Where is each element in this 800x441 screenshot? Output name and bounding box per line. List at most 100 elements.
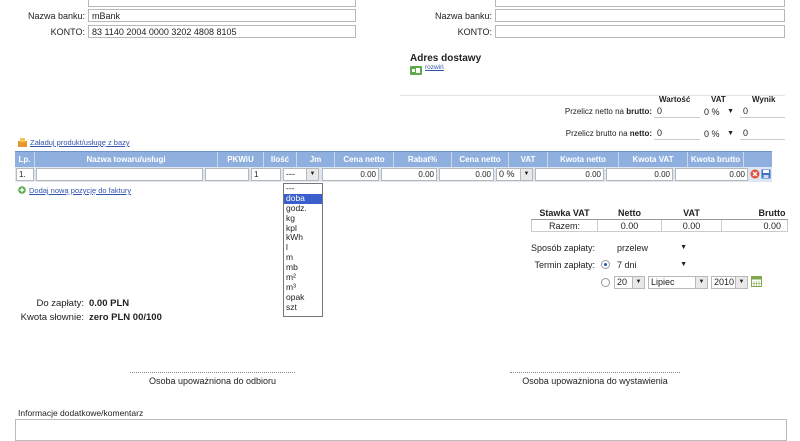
dropdown-arrow-icon: ▼ [680, 261, 687, 268]
seller-account-input[interactable]: 83 1140 2004 0000 3202 4808 8105 [88, 25, 356, 38]
vat-summary-table: Stawka VAT Netto VAT Brutto Razem: 0.00 … [531, 207, 788, 232]
buyer-top-field[interactable] [495, 0, 785, 7]
chevron-down-icon[interactable]: ▼ [632, 277, 644, 288]
buyer-bank-label: Nazwa banku: [434, 11, 492, 21]
row-name-input[interactable] [36, 168, 203, 181]
chevron-down-icon[interactable]: ▼ [695, 277, 707, 288]
buyer-account-input[interactable] [495, 25, 785, 38]
items-table-header: Lp. Nazwa towaru/usługi PKWiU Ilość Jm C… [15, 151, 772, 168]
seller-bank-input[interactable]: mBank [88, 9, 356, 22]
row-pkwiu-input[interactable] [205, 168, 249, 181]
col-vat: VAT [509, 152, 548, 167]
net-to-gross-label: Przelicz netto na brutto: [520, 107, 652, 116]
dropdown-arrow-icon: ▼ [680, 244, 687, 251]
row-amount-vat: 0.00 [606, 168, 673, 181]
col-discount: Rabat% [394, 152, 452, 167]
issuer-signature-label: Osoba upoważniona do wystawienia [522, 376, 668, 386]
to-pay-label: Do zapłaty: [36, 298, 84, 309]
vat-summary-header: Brutto [721, 207, 788, 220]
date-month-select[interactable]: Lipiec ▼ [648, 276, 708, 289]
col-pkwiu: PKWiU [218, 152, 264, 167]
row-price-net-input[interactable]: 0.00 [322, 168, 379, 181]
unit-dropdown-list[interactable]: --- doba godz. kg kpl kWh l m mb m² m³ o… [283, 183, 323, 317]
gross-to-net-result: 0 [740, 127, 785, 140]
vat-summary-cell: Razem: [531, 219, 598, 232]
calc-header-result: Wynik [752, 95, 776, 104]
row-discount-input[interactable]: 0.00 [381, 168, 437, 181]
net-to-gross-bold: brutto: [626, 107, 652, 116]
dropdown-arrow-icon: ▼ [727, 130, 734, 137]
row-amount-net: 0.00 [535, 168, 604, 181]
payment-term-label: Termin zapłaty: [534, 260, 595, 270]
row-lp: 1. [16, 168, 34, 181]
term-days-select[interactable]: 7 dni ▼ [617, 259, 689, 271]
col-amount-net: Kwota netto [548, 152, 619, 167]
date-year-value: 2010 [714, 277, 735, 287]
gross-to-net-text: Przelicz brutto na [565, 129, 628, 138]
chevron-down-icon[interactable]: ▼ [306, 169, 318, 180]
gross-to-net-input[interactable]: 0 [654, 127, 700, 140]
net-to-gross-result: 0 [740, 105, 785, 118]
dropdown-arrow-icon: ▼ [727, 108, 734, 115]
gross-to-net-vat-value: 0 % [704, 129, 720, 139]
buyer-bank-input[interactable] [495, 9, 785, 22]
row-vat-select[interactable]: 0 % ▼ [496, 168, 533, 181]
unit-option[interactable]: szt [284, 302, 322, 313]
notes-textarea[interactable] [15, 419, 787, 441]
unit-option[interactable]: kWh [284, 233, 322, 243]
col-amount-gross: Kwota brutto [688, 152, 744, 167]
add-icon [18, 186, 26, 194]
calc-header-value: Wartość [659, 95, 691, 104]
issuer-signature-line [510, 372, 680, 373]
chevron-down-icon[interactable]: ▼ [735, 277, 747, 288]
term-days-value: 7 dni [617, 260, 637, 270]
chevron-down-icon[interactable]: ▼ [520, 169, 532, 180]
delete-row-icon[interactable] [750, 169, 760, 179]
row-qty-input[interactable]: 1 [251, 168, 281, 181]
gross-to-net-vat-select[interactable]: 0 % ▼ [704, 128, 736, 140]
net-to-gross-vat-value: 0 % [704, 107, 720, 117]
load-products-link[interactable]: Załaduj produkt/usługę z bazy [30, 138, 130, 147]
row-unit-select[interactable]: --- ▼ [283, 168, 319, 181]
col-name: Nazwa towaru/usługi [35, 152, 218, 167]
gross-to-net-bold: netto: [629, 129, 652, 138]
database-icon [18, 137, 27, 147]
col-lp: Lp. [15, 152, 35, 167]
col-amount-vat: Kwota VAT [619, 152, 688, 167]
to-pay-value: 0.00 PLN [89, 298, 130, 309]
delivery-title: Adres dostawy [410, 53, 482, 64]
row-price-net2-input[interactable]: 0.00 [439, 168, 494, 181]
receiver-signature-label: Osoba upoważniona do odbioru [148, 376, 277, 386]
buyer-account-label: KONTO: [457, 27, 492, 37]
col-price-net-2: Cena netto [452, 152, 509, 167]
date-day-select[interactable]: 20 ▼ [614, 276, 645, 289]
amount-words-label: Kwota słownie: [20, 312, 84, 323]
date-year-select[interactable]: 2010 ▼ [711, 276, 748, 289]
notes-label: Informacje dodatkowe/komentarz [18, 408, 144, 418]
payment-method-value: przelew [617, 243, 649, 253]
col-price-net: Cena netto [335, 152, 394, 167]
vat-summary-cell: 0.00 [661, 219, 722, 232]
net-to-gross-vat-select[interactable]: 0 % ▼ [704, 106, 736, 118]
row-unit-value: --- [286, 169, 295, 179]
delivery-icon [410, 66, 422, 75]
delivery-expand-link[interactable]: rozwiń [425, 64, 444, 71]
payment-method-select[interactable]: przelew ▼ [617, 242, 689, 254]
net-to-gross-input[interactable]: 0 [654, 105, 700, 118]
vat-summary-cell: 0.00 [721, 219, 788, 232]
amount-words-value: zero PLN 00/100 [89, 312, 162, 323]
delivery-divider [400, 95, 785, 96]
vat-summary-header: Netto [597, 207, 662, 220]
vat-summary-cell: 0.00 [597, 219, 662, 232]
gross-to-net-label: Przelicz brutto na netto: [520, 129, 652, 138]
vat-summary-header: Stawka VAT [531, 207, 598, 220]
add-line-link[interactable]: Dodaj nową pozycję do faktury [29, 186, 131, 195]
vat-summary-header: VAT [661, 207, 722, 220]
seller-top-field[interactable] [88, 0, 356, 7]
save-row-icon[interactable] [761, 169, 771, 179]
net-to-gross-text: Przelicz netto na [564, 107, 624, 116]
term-date-radio[interactable] [601, 278, 610, 287]
calendar-icon[interactable] [751, 276, 762, 287]
term-days-radio[interactable] [601, 260, 610, 269]
row-amount-gross: 0.00 [675, 168, 748, 181]
